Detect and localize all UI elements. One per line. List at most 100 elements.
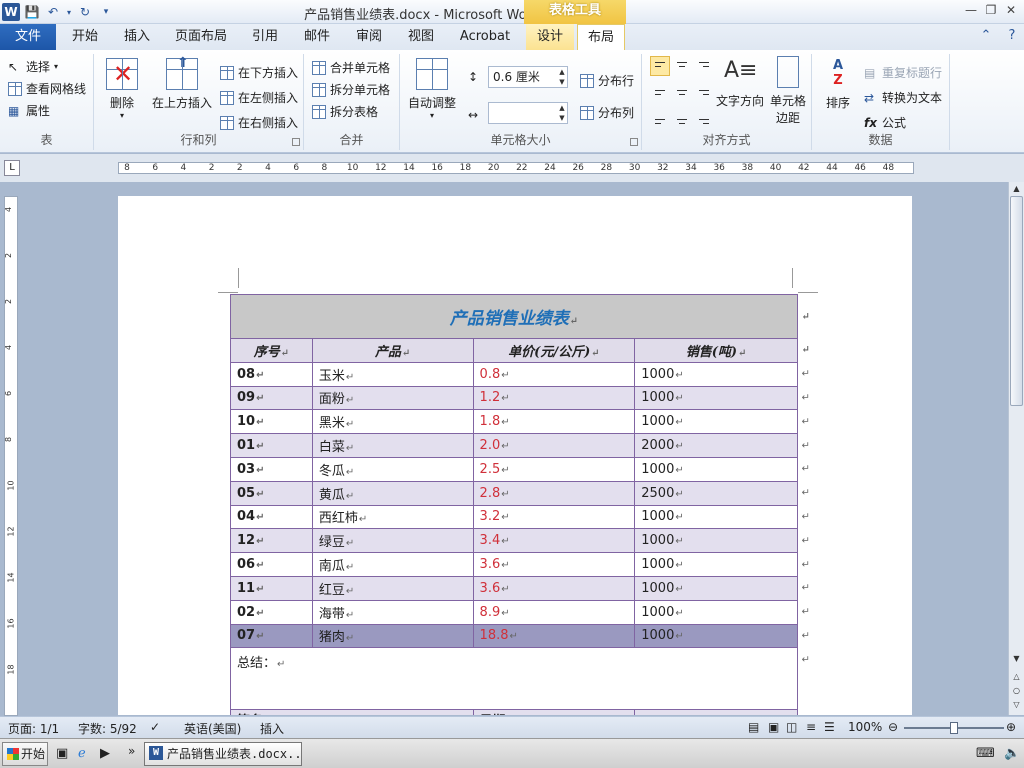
distribute-columns-button[interactable]: 分布列 xyxy=(580,104,634,121)
word-count[interactable]: 字数: 5/92 xyxy=(78,720,137,737)
price-cell[interactable]: 8.9↵ xyxy=(472,599,636,625)
restore-icon[interactable]: ❐ xyxy=(984,3,998,17)
sales-cell[interactable]: 1000↵ ↵ xyxy=(634,575,810,601)
id-cell[interactable]: 04↵ xyxy=(230,504,313,530)
header-price[interactable]: 单价(元/公斤)↵ xyxy=(472,338,636,363)
view-gridlines-button[interactable]: 查看网格线 xyxy=(8,80,86,97)
full-screen-reading-icon[interactable]: ▣ xyxy=(768,720,779,734)
sales-cell[interactable]: 1000↵ ↵ xyxy=(634,552,810,577)
sales-cell[interactable]: 1000↵ ↵ xyxy=(634,504,810,530)
print-layout-icon[interactable]: ▤ xyxy=(748,720,759,734)
help-icon[interactable]: ? xyxy=(1004,28,1020,44)
vertical-scrollbar[interactable]: ▲ ▼ △ ○ ▽ xyxy=(1008,182,1024,715)
product-cell[interactable]: 西红柿↵ xyxy=(311,504,474,530)
volume-icon[interactable]: 🔈 xyxy=(1004,746,1020,761)
sales-cell[interactable]: 2500↵ ↵ xyxy=(634,480,810,506)
id-cell[interactable]: 01↵ xyxy=(230,433,313,458)
header-sales[interactable]: 销售(吨)↵ ↵ xyxy=(634,338,810,363)
sign-label-cell[interactable]: 签名↵ xyxy=(230,709,474,715)
align-top-right-icon[interactable] xyxy=(694,56,714,76)
price-cell[interactable]: 3.4↵ xyxy=(472,528,636,554)
id-cell[interactable]: 08↵ xyxy=(230,361,313,387)
align-bottom-center-icon[interactable] xyxy=(672,108,692,128)
delete-button[interactable]: ✕ 删除 ▾ xyxy=(100,58,144,120)
sales-cell[interactable]: 1000↵ ↵ xyxy=(634,385,810,411)
price-cell[interactable]: 3.2↵ xyxy=(472,504,636,530)
outline-view-icon[interactable]: ≡ xyxy=(806,720,816,734)
horizontal-ruler[interactable]: 8 6 4 2 2 4 6 8 10 12 14 16 18 20 22 24 26 28 30 32 34 36 38 40… xyxy=(118,162,914,174)
price-cell[interactable]: 3.6↵ xyxy=(472,552,636,577)
product-cell[interactable]: 南瓜↵ xyxy=(311,552,474,577)
split-table-button[interactable]: 拆分表格 xyxy=(312,103,378,120)
align-bottom-right-icon[interactable] xyxy=(694,108,714,128)
tab-review[interactable]: 审阅 xyxy=(350,24,388,50)
summary-cell[interactable]: 总结：↵ ↵ xyxy=(230,647,810,711)
desktop-icon[interactable]: ▣ xyxy=(56,746,68,761)
sales-cell[interactable]: 1000↵ ↵ xyxy=(634,456,810,482)
tab-layout[interactable]: 布局 xyxy=(577,24,625,51)
document-area[interactable]: 产品销售业绩表 ↵ ↵ 序号↵ 产品↵ 单价(元/公斤)↵ 销售(吨)↵ ↵ 08↵… xyxy=(22,182,1008,715)
price-cell[interactable]: 2.0↵ xyxy=(472,433,636,458)
sales-cell[interactable]: 1000↵ ↵ xyxy=(634,623,810,649)
date-label-cell[interactable]: 日期↵ xyxy=(472,709,636,715)
align-top-center-icon[interactable] xyxy=(672,56,692,76)
insert-above-button[interactable]: ⬆ 在上方插入 xyxy=(150,55,214,111)
price-cell[interactable]: 1.2↵ xyxy=(472,385,636,411)
vertical-ruler[interactable]: 4 2 2 4 6 8 10 12 14 16 18 xyxy=(4,196,18,716)
zoom-out-icon[interactable]: ⊖ xyxy=(888,720,898,734)
scroll-up-icon[interactable]: ▲ xyxy=(1009,182,1024,195)
price-cell[interactable]: 18.8↵ xyxy=(472,623,636,649)
tab-design[interactable]: 设计 xyxy=(526,24,574,50)
tab-page-layout[interactable]: 页面布局 xyxy=(170,24,232,50)
next-page-icon[interactable]: ▽ xyxy=(1009,698,1024,711)
browse-object-icon[interactable]: ○ xyxy=(1009,684,1024,697)
price-cell[interactable]: 1.8↵ xyxy=(472,409,636,435)
price-cell[interactable]: 0.8↵ xyxy=(472,361,636,387)
rows-columns-launcher-icon[interactable] xyxy=(292,138,300,146)
id-cell[interactable]: 10↵ xyxy=(230,409,313,435)
id-cell[interactable]: 03↵ xyxy=(230,456,313,482)
id-cell[interactable]: 02↵ xyxy=(230,599,313,625)
table-title-cell[interactable]: 产品销售业绩表↵ ↵ xyxy=(230,294,810,339)
cell-size-launcher-icon[interactable] xyxy=(630,138,638,146)
insert-left-button[interactable]: 在左侧插入 xyxy=(220,89,298,106)
id-cell[interactable]: 11↵ xyxy=(230,575,313,601)
zoom-level[interactable]: 100% xyxy=(848,720,882,734)
select-button[interactable]: ↖ 选择 ▾ xyxy=(8,58,58,75)
align-middle-right-icon[interactable] xyxy=(694,82,714,102)
convert-to-text-button[interactable]: ⇄ 转换为文本 xyxy=(864,89,942,106)
product-cell[interactable]: 红豆↵ xyxy=(311,575,474,601)
proofing-icon[interactable]: ✓ xyxy=(150,720,160,734)
align-bottom-left-icon[interactable] xyxy=(650,108,670,128)
minimize-icon[interactable]: — xyxy=(964,3,978,17)
id-cell[interactable]: 07↵ xyxy=(230,623,313,649)
sales-cell[interactable]: 1000↵ ↵ xyxy=(634,528,810,554)
repeat-header-rows-button[interactable]: ▤ 重复标题行 xyxy=(864,64,942,81)
sales-cell[interactable]: 2000↵ ↵ xyxy=(634,433,810,458)
minimize-ribbon-icon[interactable]: ⌃ xyxy=(978,28,994,44)
autofit-button[interactable]: 自动调整 ▾ xyxy=(404,58,460,120)
id-cell[interactable]: 06↵ xyxy=(230,552,313,577)
taskbar-word-document[interactable]: 产品销售业绩表.docx... xyxy=(144,742,302,766)
properties-button[interactable]: ▦ 属性 xyxy=(8,102,50,119)
formula-button[interactable]: fx 公式 xyxy=(864,114,906,131)
align-middle-left-icon[interactable] xyxy=(650,82,670,102)
product-cell[interactable]: 白菜↵ xyxy=(311,433,474,458)
product-cell[interactable]: 冬瓜↵ xyxy=(311,456,474,482)
tab-home[interactable]: 开始 xyxy=(66,24,104,50)
price-cell[interactable]: 2.8↵ xyxy=(472,480,636,506)
id-cell[interactable]: 05↵ xyxy=(230,480,313,506)
tab-insert[interactable]: 插入 xyxy=(118,24,156,50)
header-id[interactable]: 序号↵ xyxy=(230,338,313,363)
product-cell[interactable]: 猪肉↵ xyxy=(311,623,474,649)
insert-below-button[interactable]: 在下方插入 xyxy=(220,64,298,81)
language-indicator[interactable]: 英语(美国) xyxy=(184,720,241,737)
zoom-slider-thumb[interactable] xyxy=(950,722,958,734)
scrollbar-thumb[interactable] xyxy=(1010,196,1023,406)
column-width-field[interactable]: ▲ ▼ xyxy=(488,102,568,124)
more-icon[interactable]: » xyxy=(128,744,135,758)
product-cell[interactable]: 玉米↵ xyxy=(311,361,474,387)
tab-mailings[interactable]: 邮件 xyxy=(298,24,336,50)
sales-cell[interactable]: 1000↵ ↵ xyxy=(634,409,810,435)
tab-acrobat[interactable]: Acrobat xyxy=(454,24,516,50)
